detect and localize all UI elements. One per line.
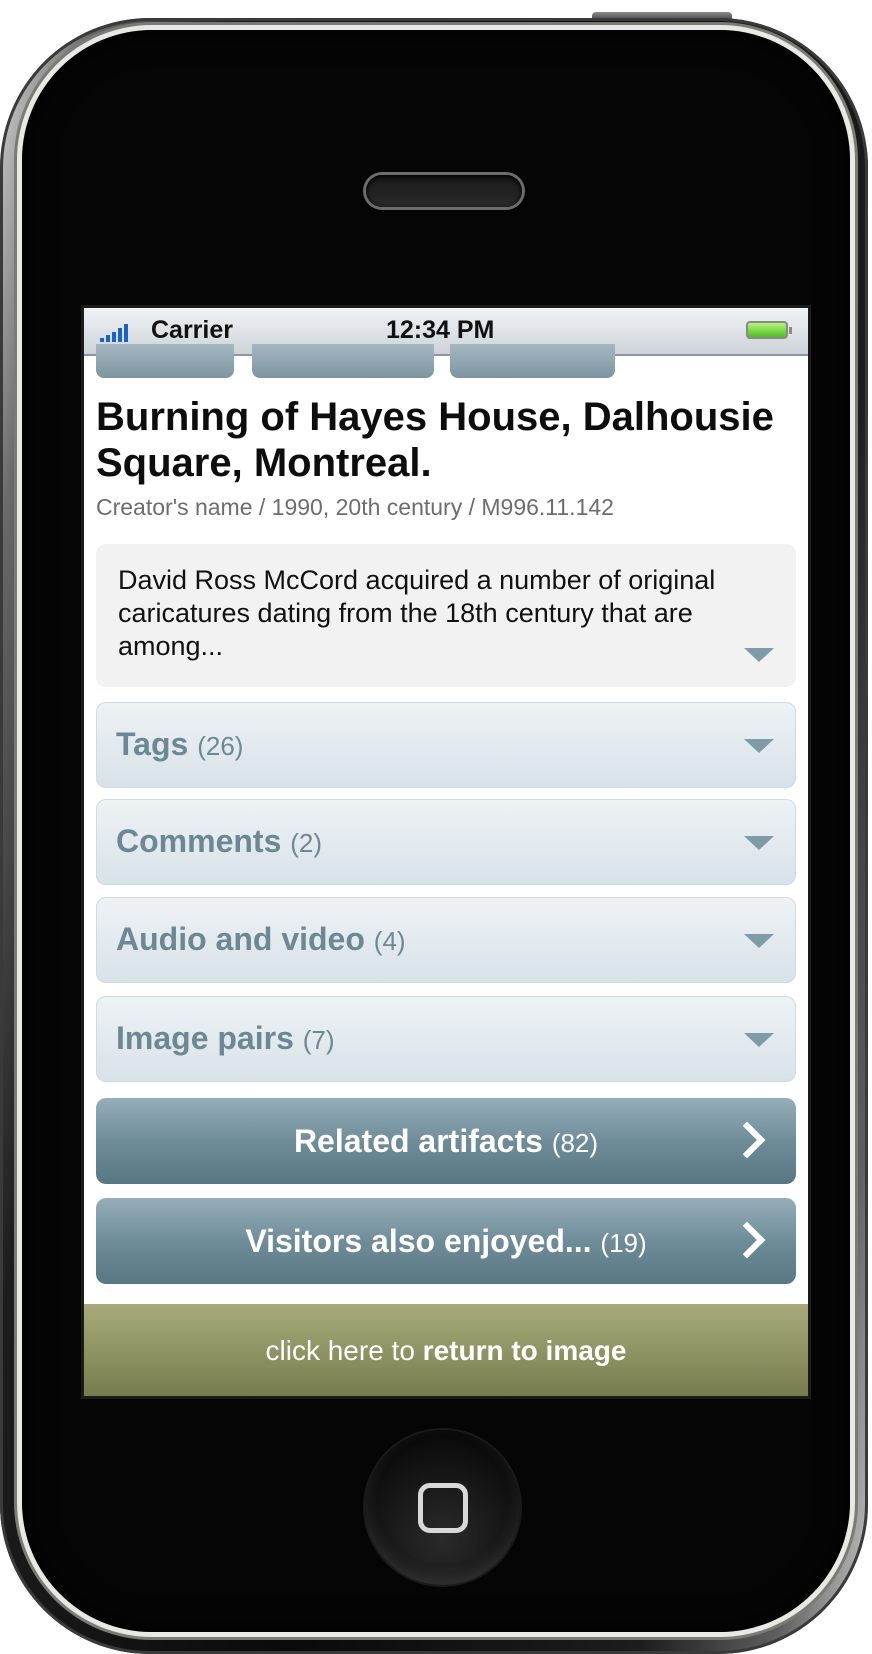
- section-count: (4): [373, 926, 406, 956]
- nav-button-count: (19): [600, 1228, 647, 1258]
- chevron-down-icon: [744, 1033, 774, 1047]
- home-button[interactable]: [365, 1430, 520, 1585]
- chevron-down-icon: [744, 934, 774, 948]
- section-image-pairs[interactable]: Image pairs (7): [96, 996, 796, 1082]
- section-tags[interactable]: Tags (26): [96, 702, 796, 788]
- chevron-down-icon: [744, 739, 774, 753]
- section-label: Image pairs (7): [116, 1020, 335, 1056]
- description-card[interactable]: David Ross McCord acquired a number of o…: [96, 544, 796, 687]
- section-count: (2): [290, 828, 323, 858]
- earpiece-speaker: [366, 175, 522, 207]
- related-artifacts-button[interactable]: Related artifacts (82): [96, 1098, 796, 1184]
- section-count: (7): [302, 1025, 335, 1055]
- nav-button-label: Related artifacts (82): [293, 1123, 599, 1159]
- return-to-image-label: click here to return to image: [265, 1335, 627, 1366]
- toolbar-tab-1[interactable]: [96, 344, 234, 378]
- nav-button-label: Visitors also enjoyed... (19): [245, 1223, 647, 1259]
- nav-button-count: (82): [551, 1128, 599, 1158]
- chevron-down-icon[interactable]: [744, 648, 774, 662]
- carrier-name: Carrier: [151, 316, 233, 344]
- section-label: Audio and video (4): [116, 921, 406, 957]
- home-button-icon: [417, 1482, 468, 1533]
- phone-screen: Carrier 12:34 PM Burning of Hayes House,…: [84, 308, 808, 1396]
- section-label: Tags (26): [116, 726, 244, 762]
- return-to-image-bar[interactable]: click here to return to image: [84, 1304, 808, 1396]
- toolbar-tab-2[interactable]: [252, 344, 434, 378]
- status-time: 12:34 PM: [386, 316, 495, 344]
- toolbar-partial: [84, 344, 808, 384]
- section-audio-video[interactable]: Audio and video (4): [96, 897, 796, 983]
- battery-icon: [746, 321, 792, 339]
- signal-strength-icon: [100, 322, 128, 342]
- description-text: David Ross McCord acquired a number of o…: [118, 565, 716, 661]
- visitors-also-enjoyed-button[interactable]: Visitors also enjoyed... (19): [96, 1198, 796, 1284]
- chevron-down-icon: [744, 836, 774, 850]
- artifact-meta: Creator's name / 1990, 20th century / M9…: [96, 494, 614, 520]
- section-count: (26): [197, 731, 244, 761]
- section-label: Comments (2): [116, 823, 323, 859]
- artifact-title: Burning of Hayes House, Dalhousie Square…: [96, 395, 774, 485]
- section-comments[interactable]: Comments (2): [96, 799, 796, 885]
- toolbar-tab-3[interactable]: [450, 344, 615, 378]
